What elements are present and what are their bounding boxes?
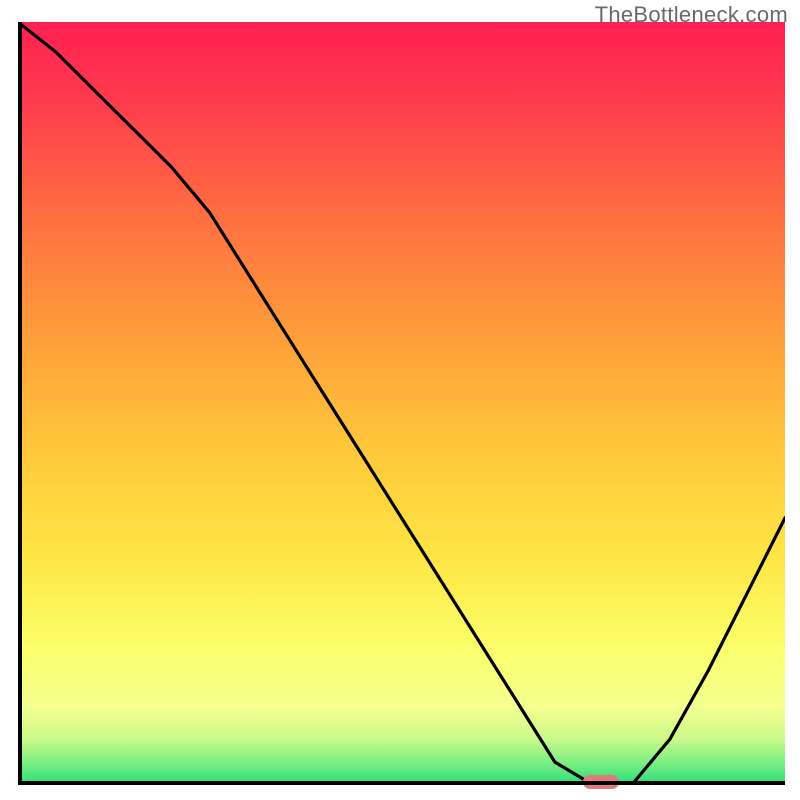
y-axis [18, 22, 22, 785]
chart-area [18, 22, 785, 785]
x-axis [18, 781, 785, 785]
bottleneck-curve [18, 22, 785, 785]
